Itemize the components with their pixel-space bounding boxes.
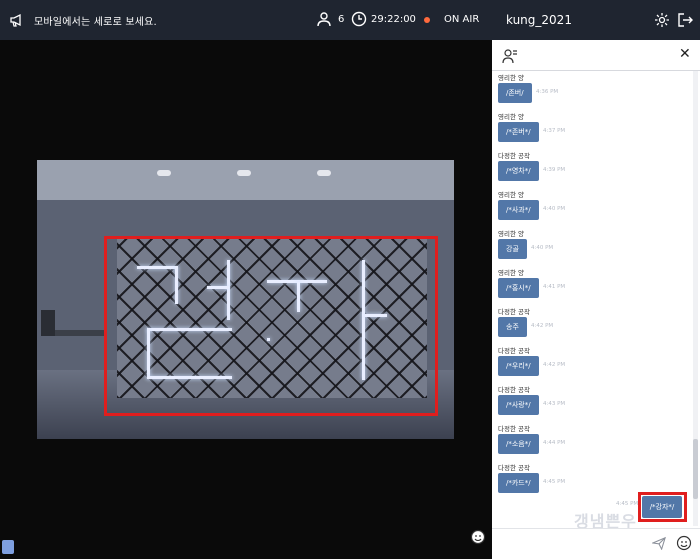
message-bubble: /*영차*/ xyxy=(498,161,539,181)
top-bar: 모바일에서는 세로로 보세요. 6 29:22:00 ON AIR xyxy=(0,0,492,40)
video-scene-speaker xyxy=(41,310,55,336)
emoji-icon[interactable] xyxy=(676,535,692,551)
broadcast-time: 29:22:00 xyxy=(371,14,416,25)
chat-scrollbar[interactable] xyxy=(693,71,698,526)
chat-panel: kung_2021 ✕ 영리한 양/존버/4:36 PM 영리한 양/*존버*/4… xyxy=(492,0,700,559)
orientation-notice: 모바일에서는 세로로 보세요. xyxy=(34,17,157,28)
gear-icon[interactable] xyxy=(654,12,670,28)
message-bubble: /*카드*/ xyxy=(498,473,539,493)
corner-badge[interactable] xyxy=(2,540,14,554)
exit-icon[interactable] xyxy=(677,12,693,28)
chat-message: 영리한 양/존버/4:36 PM xyxy=(492,71,692,110)
message-sender: 다정한 공작 xyxy=(498,308,530,316)
chat-message: 영리한 양/*존버*/ 4:37 PM xyxy=(492,110,692,149)
chat-message: 다정한 공작/*영차*/ 4:39 PM xyxy=(492,149,692,188)
message-bubble: /*홍시*/ xyxy=(498,278,539,298)
viewer-count: 6 xyxy=(338,14,345,25)
message-time: 4:37 PM xyxy=(543,128,566,134)
chat-input-row xyxy=(492,528,700,559)
message-sender: 다정한 공작 xyxy=(498,425,530,433)
message-sender: 다정한 공작 xyxy=(498,347,530,355)
emoji-icon[interactable] xyxy=(470,529,486,545)
message-bubble: /*사랑*/ xyxy=(498,395,539,415)
message-sender: 영리한 양 xyxy=(498,191,524,199)
message-time: 4:40 PM xyxy=(543,206,566,212)
chat-room-name: kung_2021 xyxy=(506,13,572,27)
chat-message: 영리한 양 강골 4:40 PM xyxy=(492,227,692,266)
message-time: 4:42 PM xyxy=(543,362,566,368)
chat-message: 다정한 공작/*소음*/ 4:44 PM xyxy=(492,422,692,461)
chat-input[interactable] xyxy=(498,533,652,555)
video-scene-table xyxy=(55,330,107,336)
message-bubble: /*사과*/ xyxy=(498,200,539,220)
message-sender: 다정한 공작 xyxy=(498,464,530,472)
video-scene-ceiling xyxy=(37,160,454,200)
message-time: 4:36 PM xyxy=(536,89,559,95)
message-bubble: 송주 xyxy=(498,317,527,337)
message-sender: 다정한 공작 xyxy=(498,386,530,394)
message-bubble: /*존버*/ xyxy=(498,122,539,142)
message-bubble: 강골 xyxy=(498,239,527,259)
video-highlight-box xyxy=(104,236,438,416)
message-bubble: /*소음*/ xyxy=(498,434,539,454)
message-sender: 영리한 양 xyxy=(498,113,524,121)
message-list: 영리한 양/존버/4:36 PM 영리한 양/*존버*/4:37 PM 다정한 공작… xyxy=(492,71,692,526)
message-sender: 영리한 양 xyxy=(498,230,524,238)
on-air-indicator xyxy=(424,17,430,23)
people-icon[interactable] xyxy=(502,48,518,64)
chat-message: 다정한 공작/*우리*/ 4:42 PM xyxy=(492,344,692,383)
close-icon[interactable]: ✕ xyxy=(679,46,691,62)
user-icon xyxy=(317,12,331,27)
message-time: 4:45 PM xyxy=(543,479,566,485)
message-bubble: /*우리*/ xyxy=(498,356,539,376)
clock-icon xyxy=(351,11,367,27)
chat-message: 영리한 양/*홍시*/ 4:41 PM xyxy=(492,266,692,305)
message-time: 4:43 PM xyxy=(543,401,566,407)
message-time: 4:44 PM xyxy=(543,440,566,446)
message-time: 4:39 PM xyxy=(543,167,566,173)
my-message-time: 4:45 PM xyxy=(616,501,639,507)
send-icon[interactable] xyxy=(652,536,666,550)
on-air-label: ON AIR xyxy=(444,14,480,25)
chat-subheader: ✕ xyxy=(492,40,700,71)
chat-message: 영리한 양/*사과*/ 4:40 PM xyxy=(492,188,692,227)
message-sender: 영리한 양 xyxy=(498,74,524,82)
ceiling-light xyxy=(317,170,331,176)
message-bubble: /존버/ xyxy=(498,83,532,103)
my-message-highlight-box xyxy=(638,492,687,522)
chat-scrollbar-thumb[interactable] xyxy=(693,439,698,499)
ceiling-light xyxy=(157,170,171,176)
message-sender: 다정한 공작 xyxy=(498,152,530,160)
chat-message: 다정한 공작/*사랑*/ 4:43 PM xyxy=(492,383,692,422)
message-time: 4:42 PM xyxy=(531,323,554,329)
message-sender: 영리한 양 xyxy=(498,269,524,277)
message-time: 4:41 PM xyxy=(543,284,566,290)
chat-message: 다정한 공작 송주 4:42 PM xyxy=(492,305,692,344)
message-time: 4:40 PM xyxy=(531,245,554,251)
megaphone-icon xyxy=(10,13,21,27)
chat-header: kung_2021 xyxy=(492,0,700,40)
ceiling-light xyxy=(237,170,251,176)
